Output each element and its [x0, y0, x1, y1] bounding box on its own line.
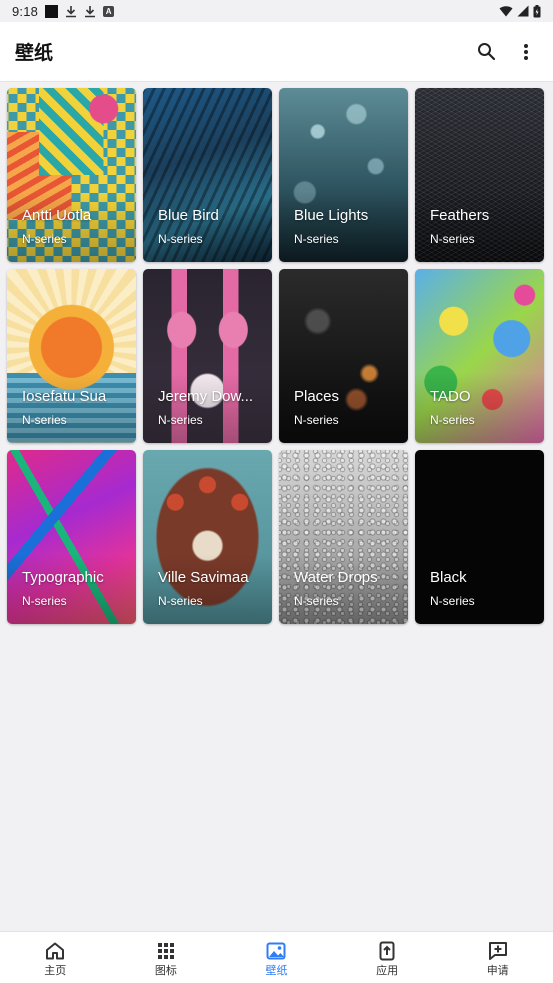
wallpaper-subtitle: N-series: [294, 413, 339, 427]
status-time: 9:18: [12, 3, 39, 19]
wallpaper-title: Typographic: [22, 569, 104, 586]
wallpaper-subtitle: N-series: [430, 413, 475, 427]
request-icon: [488, 941, 508, 961]
nav-item-icons[interactable]: 图标: [111, 932, 222, 983]
wallpaper-card-ville-savimaa[interactable]: Ville Savimaa N-series: [143, 450, 272, 624]
nav-label: 应用: [376, 964, 399, 977]
nav-label: 壁纸: [265, 964, 288, 977]
battery-icon: [533, 4, 541, 17]
wallpaper-title: Antti Uotla: [22, 207, 92, 224]
wallpaper-card-feathers[interactable]: Feathers N-series: [415, 88, 544, 262]
app-bar: 壁纸: [0, 22, 553, 82]
wallpaper-card-antti-uotla[interactable]: Antti Uotla N-series: [7, 88, 136, 262]
home-icon: [45, 941, 65, 961]
status-bar: 9:18 A: [0, 0, 553, 22]
wallpaper-subtitle: N-series: [22, 413, 67, 427]
wallpaper-title: Feathers: [430, 207, 490, 224]
wallpaper-subtitle: N-series: [158, 594, 203, 608]
nav-item-apply[interactable]: 应用: [332, 932, 443, 983]
wallpaper-card-typographic[interactable]: Typographic N-series: [7, 450, 136, 624]
wallpaper-title: Blue Lights: [294, 207, 369, 224]
more-options-button[interactable]: [514, 40, 538, 64]
page-title: 壁纸: [15, 42, 54, 64]
bottom-navigation: 主页 图标 壁纸 应用 申请: [0, 931, 553, 983]
nav-item-home[interactable]: 主页: [0, 932, 111, 983]
apply-icon: [377, 941, 397, 961]
wallpaper-card-blue-lights[interactable]: Blue Lights N-series: [279, 88, 408, 262]
wallpaper-card-places[interactable]: Places N-series: [279, 269, 408, 443]
grid-icon: [156, 941, 176, 961]
wallpaper-subtitle: N-series: [294, 232, 339, 246]
nav-label: 图标: [154, 964, 177, 977]
wallpaper-subtitle: N-series: [294, 594, 339, 608]
download-icon: [66, 5, 77, 17]
signal-icon: [517, 5, 529, 17]
wallpaper-card-water-drops[interactable]: Water Drops N-series: [279, 450, 408, 624]
wallpaper-card-blue-bird[interactable]: Blue Bird N-series: [143, 88, 272, 262]
wallpaper-subtitle: N-series: [22, 594, 67, 608]
wallpaper-subtitle: N-series: [430, 232, 475, 246]
square-icon: [45, 4, 59, 18]
download-icon: [85, 5, 96, 17]
wallpaper-title: Black: [430, 569, 467, 586]
wallpaper-card-black[interactable]: Black N-series: [415, 450, 544, 624]
nav-label: 申请: [486, 964, 509, 977]
wallpaper-title: Blue Bird: [158, 207, 219, 224]
nav-item-wallpapers[interactable]: 壁纸: [221, 932, 332, 983]
nav-item-request[interactable]: 申请: [442, 932, 553, 983]
wallpaper-grid: Antti Uotla N-series Blue Bird N-series …: [7, 88, 544, 624]
wallpaper-card-jeremy-dow[interactable]: Jeremy Dow... N-series: [143, 269, 272, 443]
wallpaper-title: Places: [294, 388, 340, 405]
wallpaper-subtitle: N-series: [430, 594, 475, 608]
search-button[interactable]: [474, 40, 498, 64]
wallpaper-subtitle: N-series: [22, 232, 67, 246]
wallpaper-subtitle: N-series: [158, 232, 203, 246]
wallpaper-card-iosefatu-sua[interactable]: Iosefatu Sua N-series: [7, 269, 136, 443]
wallpaper-title: TADO: [430, 388, 471, 405]
wallpaper-title: Water Drops: [294, 569, 378, 586]
wallpaper-title: Iosefatu Sua: [22, 388, 107, 405]
search-icon: [477, 43, 495, 61]
wallpaper-card-tado[interactable]: TADO N-series: [415, 269, 544, 443]
wifi-icon: [499, 6, 513, 17]
wallpaper-title: Jeremy Dow...: [158, 388, 254, 405]
nav-label: 主页: [44, 964, 67, 977]
wallpaper-subtitle: N-series: [158, 413, 203, 427]
more-vert-icon: [524, 43, 528, 60]
a-icon: A: [103, 5, 115, 17]
wallpaper-title: Ville Savimaa: [158, 569, 249, 586]
image-icon: [266, 941, 286, 961]
